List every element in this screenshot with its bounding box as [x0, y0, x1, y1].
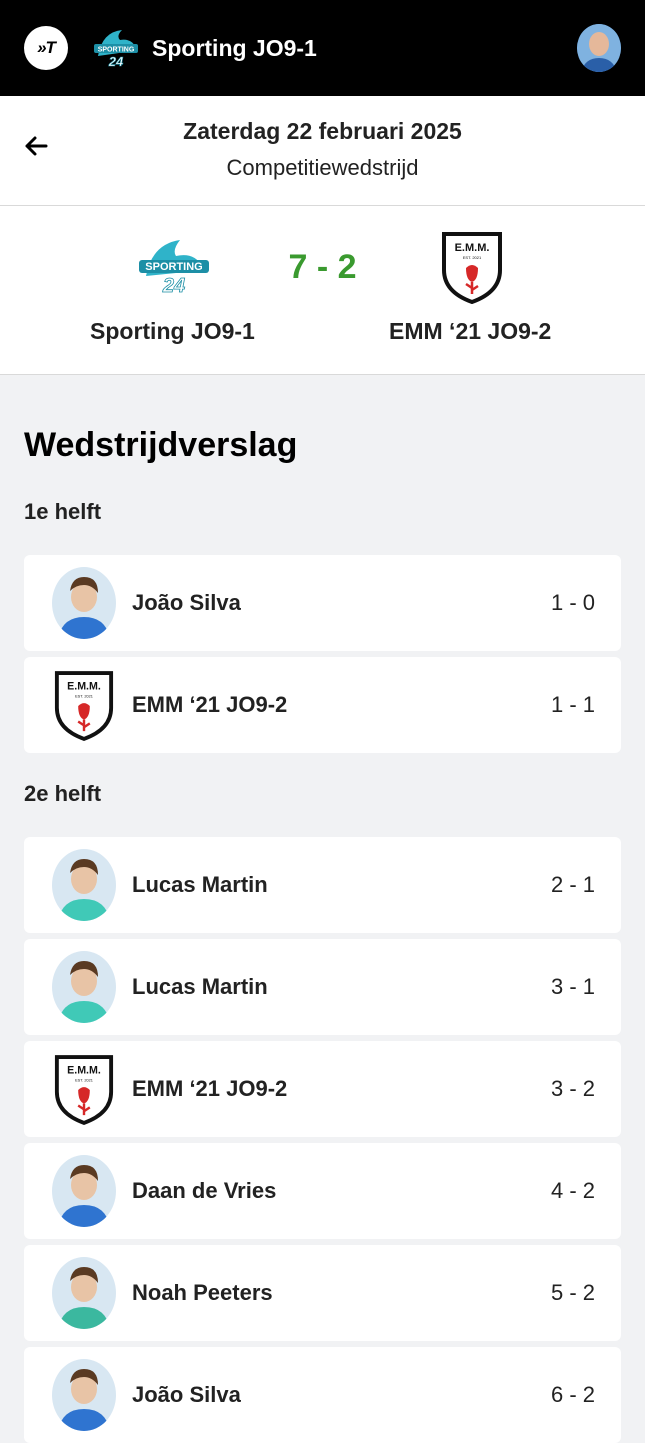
- app-logo[interactable]: »T: [24, 26, 68, 70]
- svg-text:EST. 2021: EST. 2021: [463, 255, 482, 260]
- event-card[interactable]: Lucas Martin 2 - 1: [24, 837, 621, 933]
- svg-text:E.M.M.: E.M.M.: [67, 681, 101, 693]
- player-avatar: [52, 567, 116, 639]
- match-date: Zaterdag 22 februari 2025: [183, 118, 462, 144]
- event-scorer-name: Lucas Martin: [132, 974, 268, 999]
- event-score: 1 - 1: [550, 692, 595, 717]
- half-label-second: 2e helft: [24, 781, 102, 806]
- match-header: Zaterdag 22 februari 2025 Competitieweds…: [0, 96, 645, 206]
- event-scorer-name: João Silva: [132, 1382, 241, 1407]
- event-scorer-name: Lucas Martin: [132, 872, 268, 897]
- away-team-crest: E.M.M. EST. 2021: [442, 232, 502, 304]
- event-card[interactable]: Noah Peeters 5 - 2: [24, 1245, 621, 1341]
- player-avatar: [52, 951, 116, 1023]
- match-type: Competitiewedstrijd: [226, 155, 419, 180]
- svg-text:E.M.M.: E.M.M.: [67, 1065, 101, 1077]
- event-card[interactable]: Daan de Vries 4 - 2: [24, 1143, 621, 1239]
- event-score: 1 - 0: [550, 590, 595, 615]
- team-crest-icon: E.M.M. EST. 2021: [52, 1053, 116, 1125]
- svg-text:24: 24: [108, 54, 124, 69]
- svg-text:EST. 2021: EST. 2021: [75, 693, 93, 698]
- event-card[interactable]: E.M.M. EST. 2021 EMM ‘21 JO9-2 1 - 1: [24, 657, 621, 753]
- half-label-first: 1e helft: [24, 499, 102, 524]
- player-avatar: [52, 1257, 116, 1329]
- event-card[interactable]: João Silva 1 - 0: [24, 555, 621, 651]
- event-score: 3 - 2: [550, 1076, 595, 1101]
- user-avatar[interactable]: [577, 24, 621, 72]
- event-scorer-name: João Silva: [132, 590, 241, 615]
- event-score: 4 - 2: [550, 1178, 595, 1203]
- final-score: 7 - 2: [288, 248, 357, 286]
- svg-text:SPORTING: SPORTING: [98, 47, 135, 54]
- player-avatar: [52, 1359, 116, 1431]
- event-scorer-name: Noah Peeters: [132, 1280, 273, 1305]
- event-card[interactable]: E.M.M. EST. 2021 EMM ‘21 JO9-2 3 - 2: [24, 1041, 621, 1137]
- scoreboard: SPORTING 24 7 - 2 E.M.M. EST. 2021 Sport…: [0, 206, 645, 375]
- event-scorer-name: EMM ‘21 JO9-2: [132, 1076, 288, 1101]
- event-score: 5 - 2: [550, 1280, 595, 1305]
- event-scorer-name: EMM ‘21 JO9-2: [132, 692, 288, 717]
- event-card[interactable]: João Silva 6 - 2: [24, 1347, 621, 1443]
- svg-text:E.M.M.: E.M.M.: [455, 242, 490, 254]
- team-title[interactable]: Sporting JO9-1: [152, 35, 317, 62]
- event-score: 3 - 1: [550, 974, 595, 999]
- player-avatar: [52, 849, 116, 921]
- event-score: 2 - 1: [550, 872, 595, 897]
- svg-text:EST. 2021: EST. 2021: [75, 1077, 93, 1082]
- away-team-name: EMM ‘21 JO9-2: [389, 318, 552, 344]
- top-app-bar: »T SPORTING 24 Sporting JO9-1: [0, 0, 645, 96]
- event-card[interactable]: Lucas Martin 3 - 1: [24, 939, 621, 1035]
- event-scorer-name: Daan de Vries: [132, 1178, 277, 1203]
- event-score: 6 - 2: [550, 1382, 595, 1407]
- home-team-name: Sporting JO9-1: [90, 318, 255, 344]
- player-avatar: [52, 1155, 116, 1227]
- team-crest-icon: E.M.M. EST. 2021: [52, 669, 116, 741]
- report-title: Wedstrijdverslag: [24, 426, 298, 464]
- back-arrow-icon[interactable]: [22, 132, 50, 160]
- sporting-logo-icon: SPORTING 24: [94, 30, 138, 69]
